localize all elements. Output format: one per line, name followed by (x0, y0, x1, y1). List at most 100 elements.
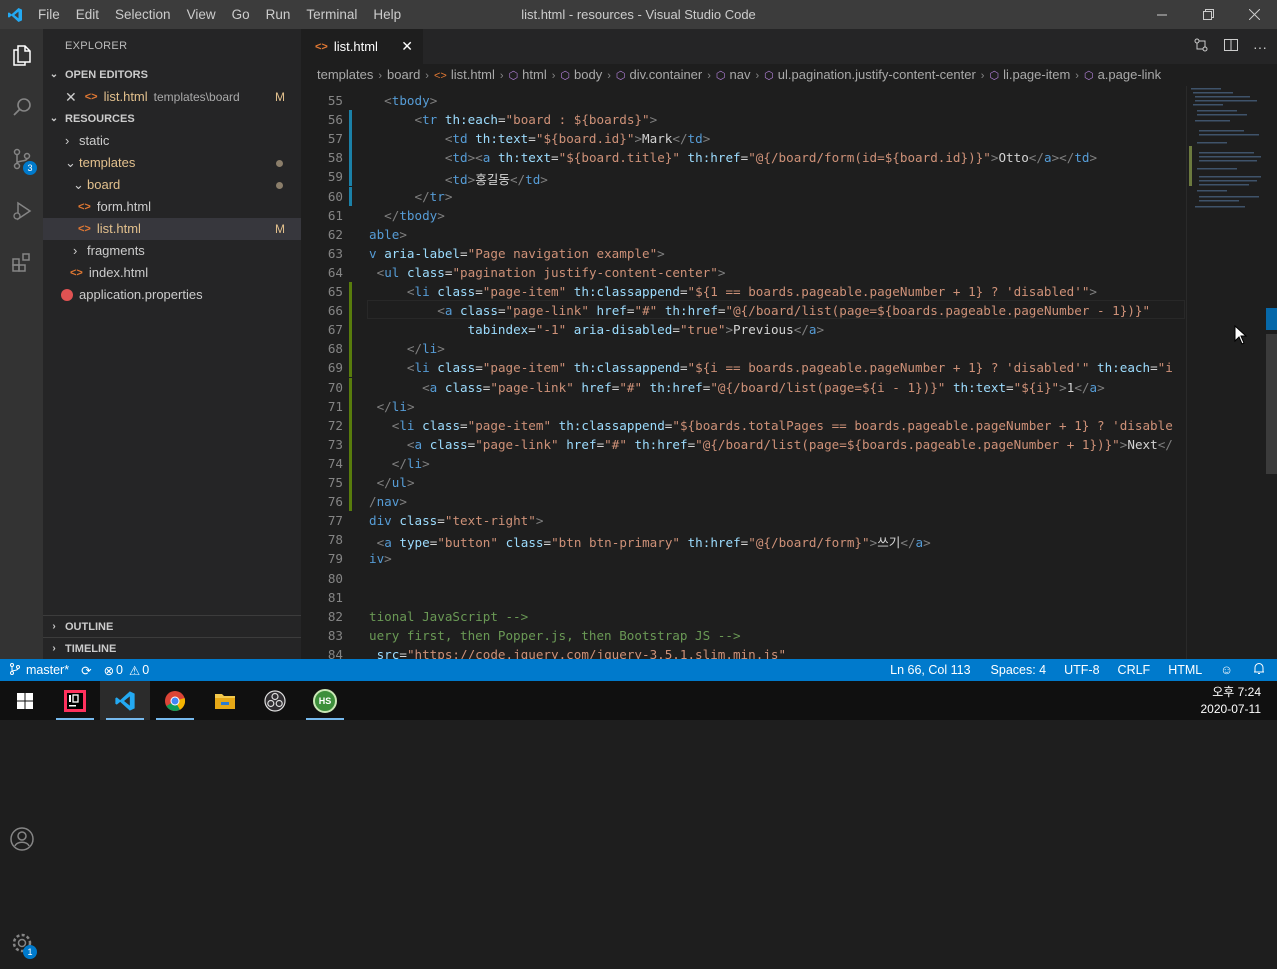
menu-terminal[interactable]: Terminal (298, 7, 365, 22)
tab-list-html[interactable]: <> list.html ✕ (301, 29, 423, 64)
code-line[interactable]: <td th:text="${board.id}">Mark</td> (369, 131, 710, 146)
timeline-header[interactable]: › TIMELINE (43, 637, 301, 659)
chrome-icon[interactable] (150, 681, 200, 720)
code-line[interactable]: </li> (369, 456, 430, 471)
open-editor-path: templates\board (153, 90, 240, 104)
menu-file[interactable]: File (30, 7, 68, 22)
intellij-icon[interactable] (50, 681, 100, 720)
code-line[interactable]: <a type="button" class="btn btn-primary"… (369, 532, 931, 551)
close-tab-icon[interactable]: ✕ (401, 38, 413, 55)
source-control-icon[interactable]: 3 (0, 133, 43, 185)
files-icon[interactable] (0, 29, 43, 81)
cursor-position[interactable]: Ln 66, Col 113 (890, 663, 970, 677)
code-line[interactable]: <li class="page-item" th:classappend="${… (369, 284, 1097, 299)
scrollbar-thumb[interactable] (1266, 334, 1277, 474)
code-line[interactable]: </tbody> (369, 208, 445, 223)
menu-selection[interactable]: Selection (107, 7, 179, 22)
code-line[interactable]: able> (369, 227, 407, 242)
more-actions-icon[interactable]: ··· (1253, 39, 1267, 55)
run-debug-icon[interactable] (0, 185, 43, 237)
breadcrumb-item[interactable]: div.container (630, 67, 703, 82)
code-line[interactable]: <tr th:each="board : ${boards}"> (369, 112, 658, 127)
indentation[interactable]: Spaces: 4 (991, 663, 1047, 677)
breadcrumb-item[interactable]: list.html (451, 67, 495, 82)
menu-help[interactable]: Help (365, 7, 409, 22)
breadcrumb-item[interactable]: body (574, 67, 602, 82)
tree-file-form-html[interactable]: <> form.html (43, 196, 301, 218)
breadcrumb-item[interactable]: board (387, 67, 420, 82)
code-line[interactable]: /nav> (369, 494, 407, 509)
settings-gear-icon[interactable]: 1 (0, 917, 43, 969)
close-icon[interactable]: ✕ (65, 86, 77, 108)
breadcrumb-item[interactable]: templates (317, 67, 373, 82)
hs-icon[interactable]: HS (300, 681, 350, 720)
sync-icon[interactable]: ⟳ (81, 663, 91, 678)
code-line[interactable]: uery first, then Popper.js, then Bootstr… (369, 628, 741, 643)
menu-go[interactable]: Go (224, 7, 258, 22)
outline-header[interactable]: › OUTLINE (43, 615, 301, 637)
tree-file-list-html[interactable]: <> list.html M (43, 218, 301, 240)
line-number: 75 (327, 475, 343, 490)
breadcrumb-item[interactable]: a.page-link (1098, 67, 1162, 82)
code-line[interactable]: tabindex="-1" aria-disabled="true">Previ… (369, 322, 825, 337)
menu-edit[interactable]: Edit (68, 7, 107, 22)
code-line[interactable]: src="https://code.jquery.com/jquery-3.5.… (369, 647, 786, 659)
account-icon[interactable] (0, 813, 43, 865)
split-editor-icon[interactable] (1223, 37, 1239, 56)
warning-icon[interactable]: ⚠ (129, 663, 140, 678)
code-line[interactable]: </ul> (369, 475, 415, 490)
code-editor[interactable]: 55 <tbody> 56 <tr th:each="board : ${boar… (301, 86, 1185, 659)
breadcrumb-item[interactable]: nav (730, 67, 751, 82)
tree-folder-fragments[interactable]: › fragments (43, 240, 301, 262)
search-icon[interactable] (0, 81, 43, 133)
file-explorer-icon[interactable] (200, 681, 250, 720)
code-line[interactable]: <a class="page-link" href="#" th:href="@… (369, 303, 1150, 318)
vertical-scrollbar[interactable] (1266, 86, 1277, 659)
code-line[interactable]: </tr> (369, 189, 453, 204)
obs-icon[interactable] (250, 681, 300, 720)
breadcrumb-item[interactable]: html (522, 67, 547, 82)
tree-folder-templates[interactable]: ⌄ templates (43, 152, 301, 174)
code-line[interactable]: <ul class="pagination justify-content-ce… (369, 265, 726, 280)
tree-folder-static[interactable]: › static (43, 130, 301, 152)
code-line[interactable]: </li> (369, 399, 415, 414)
code-line[interactable]: <a class="page-link" href="#" th:href="@… (369, 437, 1173, 452)
code-line[interactable]: <li class="page-item" th:classappend="${… (369, 360, 1173, 375)
minimize-button[interactable] (1139, 0, 1185, 29)
extensions-icon[interactable] (0, 237, 43, 289)
language-mode[interactable]: HTML (1168, 663, 1202, 677)
compare-changes-icon[interactable] (1193, 37, 1209, 56)
code-line[interactable]: div class="text-right"> (369, 513, 543, 528)
breadcrumb-item[interactable]: ul.pagination.justify-content-center (778, 67, 976, 82)
encoding[interactable]: UTF-8 (1064, 663, 1099, 677)
tree-file-application-properties[interactable]: application.properties (43, 284, 301, 306)
feedback-icon[interactable]: ☺ (1220, 663, 1233, 677)
windows-start-icon[interactable] (0, 681, 50, 720)
breadcrumb-item[interactable]: li.page-item (1003, 67, 1070, 82)
code-line[interactable]: <a class="page-link" href="#" th:href="@… (369, 380, 1105, 395)
menu-run[interactable]: Run (258, 7, 299, 22)
branch-name[interactable]: master* (26, 663, 69, 677)
code-line[interactable]: iv> (369, 551, 392, 566)
line-ending[interactable]: CRLF (1118, 663, 1151, 677)
menu-view[interactable]: View (179, 7, 224, 22)
system-clock[interactable]: 오후 7:24 2020-07-11 (1201, 684, 1262, 718)
close-window-button[interactable] (1231, 0, 1277, 29)
notifications-bell-icon[interactable] (1253, 662, 1265, 678)
code-line[interactable]: <li class="page-item" th:classappend="${… (369, 418, 1173, 433)
minimap[interactable] (1186, 86, 1266, 659)
restore-button[interactable] (1185, 0, 1231, 29)
code-line[interactable]: <td>홍길동</td> (369, 169, 548, 188)
project-header[interactable]: ⌄ RESOURCES (43, 108, 301, 130)
code-line[interactable]: tional JavaScript --> (369, 609, 528, 624)
tree-file-index-html[interactable]: <> index.html (43, 262, 301, 284)
vscode-icon[interactable] (100, 681, 150, 720)
code-line[interactable]: <td><a th:text="${board.title}" th:href=… (369, 150, 1097, 165)
error-icon[interactable]: ⊗ (104, 663, 114, 678)
code-line[interactable]: v aria-label="Page navigation example"> (369, 246, 665, 261)
code-line[interactable]: </li> (369, 341, 445, 356)
open-editors-header[interactable]: ⌄ OPEN EDITORS (43, 64, 301, 86)
tree-folder-board[interactable]: ⌄ board (43, 174, 301, 196)
open-editor-item[interactable]: ✕ <> list.html templates\board M (43, 86, 301, 108)
code-line[interactable]: <tbody> (369, 93, 437, 108)
